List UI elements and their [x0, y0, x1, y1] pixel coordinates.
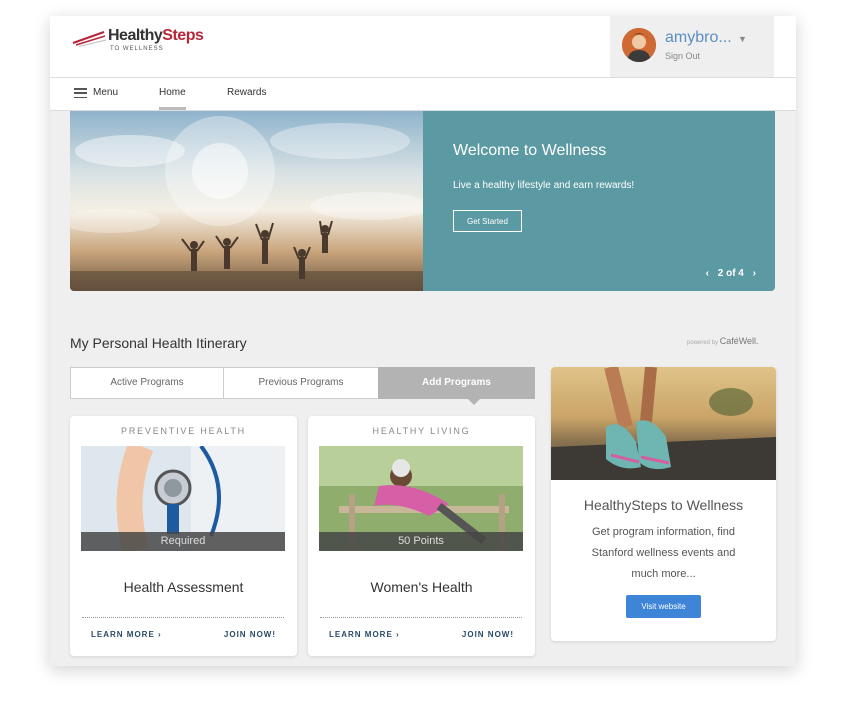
active-tab-notch [468, 399, 480, 405]
card-divider [82, 617, 284, 618]
sign-out-link[interactable]: Sign Out [665, 51, 700, 61]
hero-subtitle: Live a healthy lifestyle and earn reward… [453, 180, 635, 191]
nav-bar: Menu Home Rewards [50, 78, 796, 111]
hamburger-menu-icon[interactable] [74, 88, 87, 99]
join-now-link[interactable]: JOIN NOW! [462, 630, 514, 639]
promo-card: HealthySteps to Wellness Get program inf… [551, 367, 776, 641]
carousel-position: 2 of 4 [717, 268, 744, 279]
hero-carousel: Welcome to Wellness Live a healthy lifes… [70, 111, 775, 291]
program-card-womens-health[interactable]: HEALTHY LIVING 50 Points Women's Health … [308, 416, 535, 656]
card-category: HEALTHY LIVING [372, 426, 471, 436]
runner-shoes-illustration [551, 367, 776, 480]
carousel-pager: ‹ 2 of 4 › [703, 268, 759, 279]
learn-more-label: LEARN MORE [91, 630, 155, 639]
hero-panel: Welcome to Wellness Live a healthy lifes… [423, 111, 775, 291]
chevron-right-icon: › [396, 630, 400, 639]
logo-tagline: TO WELLNESS [110, 46, 164, 52]
chevron-left-icon[interactable]: ‹ [706, 268, 709, 279]
learn-more-link[interactable]: LEARN MORE › [329, 630, 400, 639]
powered-by-label: powered by [687, 340, 719, 346]
promo-image-runner [551, 367, 776, 480]
card-title[interactable]: Health Assessment [70, 579, 297, 595]
app-window: HealthySteps TO WELLNESS amybro... ▼ Sig… [50, 16, 796, 666]
visit-website-button[interactable]: Visit website [626, 595, 701, 618]
promo-text: Get program information, find Stanford w… [591, 526, 736, 580]
nav-menu[interactable]: Menu [93, 87, 118, 98]
join-now-link[interactable]: JOIN NOW! [224, 630, 276, 639]
chevron-right-icon: › [158, 630, 162, 639]
learn-more-link[interactable]: LEARN MORE › [91, 630, 162, 639]
program-card-health-assessment[interactable]: PREVENTIVE HEALTH Required Health Assess… [70, 416, 297, 656]
nav-rewards[interactable]: Rewards [227, 87, 266, 98]
user-menu[interactable]: amybro... ▼ Sign Out [610, 16, 774, 77]
logo-swoosh-icon [72, 30, 107, 47]
username[interactable]: amybro... [665, 29, 732, 47]
avatar[interactable] [622, 28, 656, 62]
chevron-right-icon[interactable]: › [753, 268, 756, 279]
logo-text-healthy: Healthy [108, 27, 163, 44]
logo-wordmark: HealthySteps [108, 27, 204, 45]
header: HealthySteps TO WELLNESS amybro... ▼ Sig… [50, 16, 796, 78]
nav-home[interactable]: Home [159, 87, 186, 98]
logo[interactable]: HealthySteps TO WELLNESS [72, 27, 222, 61]
nav-home-active-indicator [159, 107, 186, 110]
tab-active-programs[interactable]: Active Programs [70, 367, 224, 399]
card-badge: 50 Points [319, 532, 523, 551]
card-image-stethoscope: Required [81, 446, 285, 551]
tab-add-programs[interactable]: Add Programs [378, 367, 535, 399]
cafewell-brand: CaféWell. [719, 336, 759, 346]
powered-by-cafewell: powered by CaféWell. [687, 336, 759, 346]
jumping-people-illustration [70, 116, 430, 291]
card-category: PREVENTIVE HEALTH [121, 426, 246, 436]
get-started-button[interactable]: Get Started [453, 210, 522, 232]
hero-title: Welcome to Wellness [453, 142, 607, 159]
promo-title: HealthySteps to Wellness [583, 497, 744, 513]
card-divider [320, 617, 522, 618]
learn-more-label: LEARN MORE [329, 630, 393, 639]
card-image-woman-stretching: 50 Points [319, 446, 523, 551]
caret-down-icon[interactable]: ▼ [738, 34, 747, 44]
logo-text-steps: Steps [162, 27, 204, 44]
card-badge: Required [81, 532, 285, 551]
card-title[interactable]: Women's Health [308, 579, 535, 595]
section-title: My Personal Health Itinerary [70, 335, 247, 351]
tab-previous-programs[interactable]: Previous Programs [223, 367, 379, 399]
hero-image [70, 111, 430, 291]
program-tabs: Active Programs Previous Programs Add Pr… [70, 367, 535, 405]
avatar-person-icon [622, 28, 656, 62]
